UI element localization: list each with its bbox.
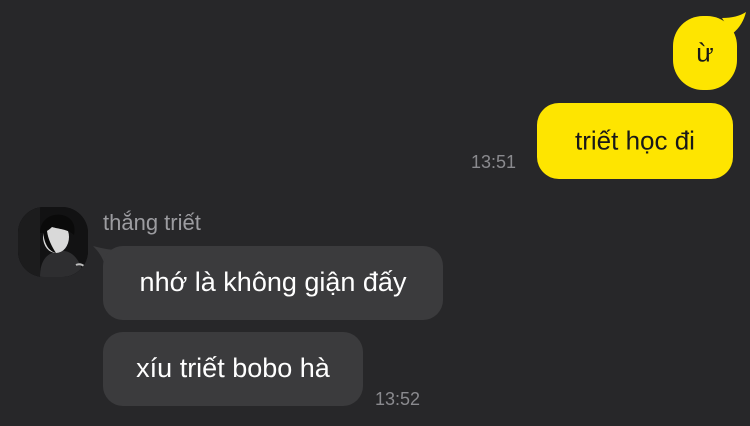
contact-avatar[interactable]	[18, 207, 88, 277]
message-text: nhớ là không giận đấy	[139, 266, 407, 297]
message-text: triết học đi	[575, 125, 695, 156]
message-text: xíu triết bobo hà	[136, 352, 330, 383]
message-text: ừ	[696, 37, 714, 68]
outgoing-message-bubble[interactable]: triết học đi	[537, 103, 733, 179]
sender-name: thắng triết	[103, 210, 201, 235]
bubble-tail-icon	[722, 12, 746, 34]
chat-message-list[interactable]: ừ triết học đi 13:51 thắng triết nhớ là …	[0, 0, 750, 426]
incoming-message-bubble[interactable]: xíu triết bobo hà	[103, 332, 363, 406]
profile-photo-icon	[18, 207, 88, 277]
message-timestamp: 13:51	[471, 152, 517, 172]
incoming-message-bubble[interactable]: nhớ là không giận đấy	[103, 246, 443, 320]
message-timestamp: 13:52	[375, 389, 421, 409]
